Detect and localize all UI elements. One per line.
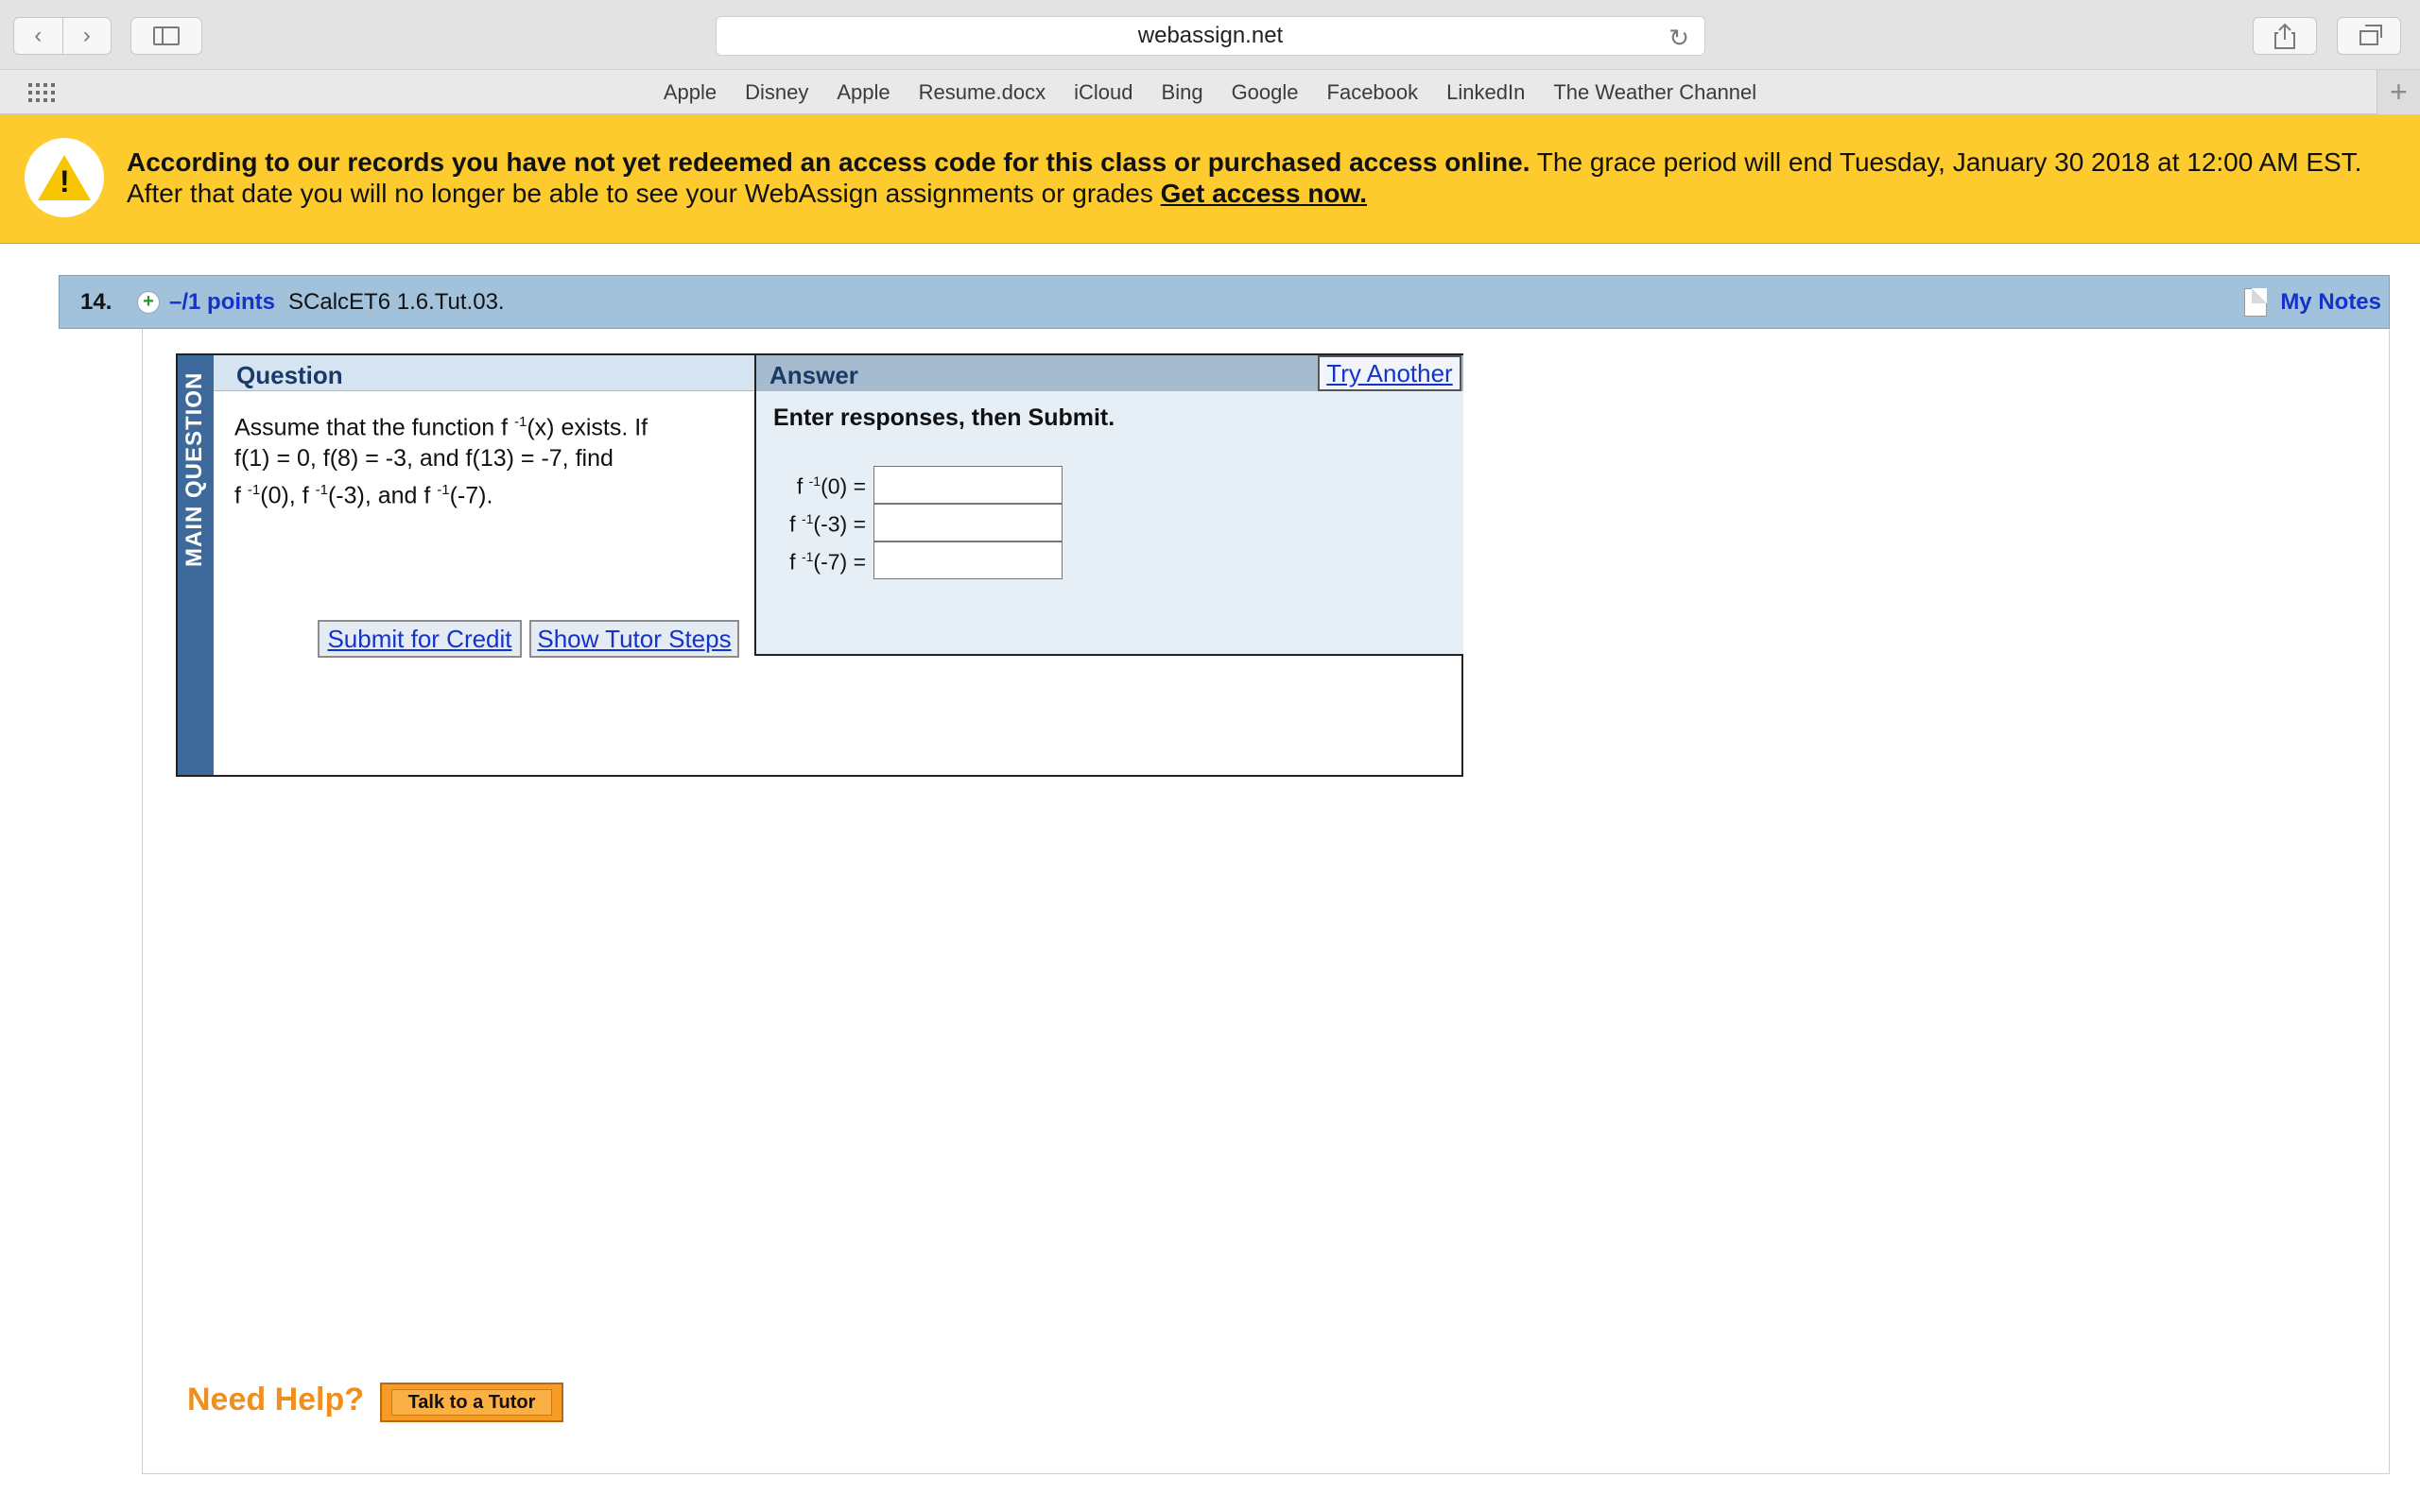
question-panel-title: Question xyxy=(236,361,343,389)
answer-label-f-inv-neg3: f -1(-3) = xyxy=(789,511,866,537)
answer-input-f-inv-0[interactable] xyxy=(873,466,1063,504)
answer-row-f-inv-neg7: f -1(-7) = xyxy=(756,541,1463,581)
points-link[interactable]: –/1 points xyxy=(169,289,275,316)
answer-row-f-inv-0: f -1(0) = xyxy=(756,466,1463,506)
main-question-label: MAIN QUESTION xyxy=(182,371,207,567)
sidebar-toggle-button[interactable] xyxy=(130,17,202,55)
browser-toolbar: ‹ › webassign.net ↻ xyxy=(0,0,2420,69)
answer-label-f-inv-0: f -1(0) = xyxy=(796,473,866,499)
talk-to-tutor-label: Talk to a Tutor xyxy=(391,1389,552,1416)
answer-panel-title: Answer xyxy=(769,361,858,389)
nav-buttons: ‹ › xyxy=(13,17,112,55)
main-question-box: MAIN QUESTION Question Assume that the f… xyxy=(176,353,1463,777)
access-warning-banner: ! According to our records you have not … xyxy=(0,114,2420,244)
note-icon xyxy=(2244,288,2268,317)
favorite-apple-2[interactable]: Apple xyxy=(837,80,890,105)
favorite-weather-channel[interactable]: The Weather Channel xyxy=(1553,80,1756,105)
answer-row-f-inv-neg3: f -1(-3) = xyxy=(756,504,1463,543)
favorite-bing[interactable]: Bing xyxy=(1162,80,1203,105)
favorite-icloud[interactable]: iCloud xyxy=(1074,80,1132,105)
favorite-resume[interactable]: Resume.docx xyxy=(919,80,1046,105)
my-notes-label: My Notes xyxy=(2280,289,2381,315)
share-button[interactable] xyxy=(2253,17,2317,55)
favorite-apple[interactable]: Apple xyxy=(664,80,717,105)
talk-to-tutor-button[interactable]: Talk to a Tutor xyxy=(380,1383,563,1422)
banner-grace-text: The grace period will end Tuesday, Janua… xyxy=(1530,147,2362,177)
sidebar-icon xyxy=(153,26,180,45)
banner-line-2: After that date you will no longer be ab… xyxy=(127,179,1161,208)
url-text: webassign.net xyxy=(1137,23,1284,48)
favorites-bar: Apple Disney Apple Resume.docx iCloud Bi… xyxy=(0,69,2420,114)
answer-input-f-inv-neg3[interactable] xyxy=(873,504,1063,541)
banner-bold-text: According to our records you have not ye… xyxy=(127,147,1530,177)
my-notes-button[interactable]: My Notes xyxy=(2244,288,2381,317)
favorites-list: Apple Disney Apple Resume.docx iCloud Bi… xyxy=(0,70,2420,115)
try-another-button[interactable]: Try Another xyxy=(1318,355,1461,391)
get-access-link[interactable]: Get access now. xyxy=(1161,179,1367,208)
answer-input-f-inv-neg7[interactable] xyxy=(873,541,1063,579)
show-tutor-steps-button[interactable]: Show Tutor Steps xyxy=(529,620,739,658)
need-help-label: Need Help? xyxy=(187,1382,365,1418)
expand-plus-icon[interactable]: + xyxy=(137,290,160,314)
forward-button[interactable]: › xyxy=(63,18,112,54)
add-tab-button[interactable]: + xyxy=(2377,70,2420,114)
share-icon xyxy=(2274,23,2295,49)
favorite-linkedin[interactable]: LinkedIn xyxy=(1446,80,1525,105)
tab-overview-button[interactable] xyxy=(2337,17,2401,55)
plus-icon: + xyxy=(2390,75,2408,109)
favorite-google[interactable]: Google xyxy=(1232,80,1299,105)
question-header: 14. + –/1 points SCalcET6 1.6.Tut.03. My… xyxy=(59,275,2390,329)
reload-icon[interactable]: ↻ xyxy=(1668,24,1689,53)
main-question-sidebar: MAIN QUESTION xyxy=(178,355,214,775)
answer-instructions: Enter responses, then Submit. xyxy=(773,404,1115,431)
chevron-right-icon: › xyxy=(82,23,91,48)
warning-icon: ! xyxy=(25,138,104,217)
question-number: 14. xyxy=(80,288,112,315)
banner-message: According to our records you have not ye… xyxy=(127,146,2395,209)
chevron-left-icon: ‹ xyxy=(34,23,43,48)
submit-for-credit-button[interactable]: Submit for Credit xyxy=(318,620,522,658)
back-button[interactable]: ‹ xyxy=(14,18,63,54)
answer-label-f-inv-neg7: f -1(-7) = xyxy=(789,549,866,575)
answer-panel: Answer Try Another Enter responses, then… xyxy=(754,355,1463,656)
address-bar[interactable]: webassign.net ↻ xyxy=(716,16,1705,56)
question-id: SCalcET6 1.6.Tut.03. xyxy=(288,288,505,315)
favorite-facebook[interactable]: Facebook xyxy=(1327,80,1419,105)
tabs-icon xyxy=(2360,25,2382,45)
favorite-disney[interactable]: Disney xyxy=(745,80,808,105)
